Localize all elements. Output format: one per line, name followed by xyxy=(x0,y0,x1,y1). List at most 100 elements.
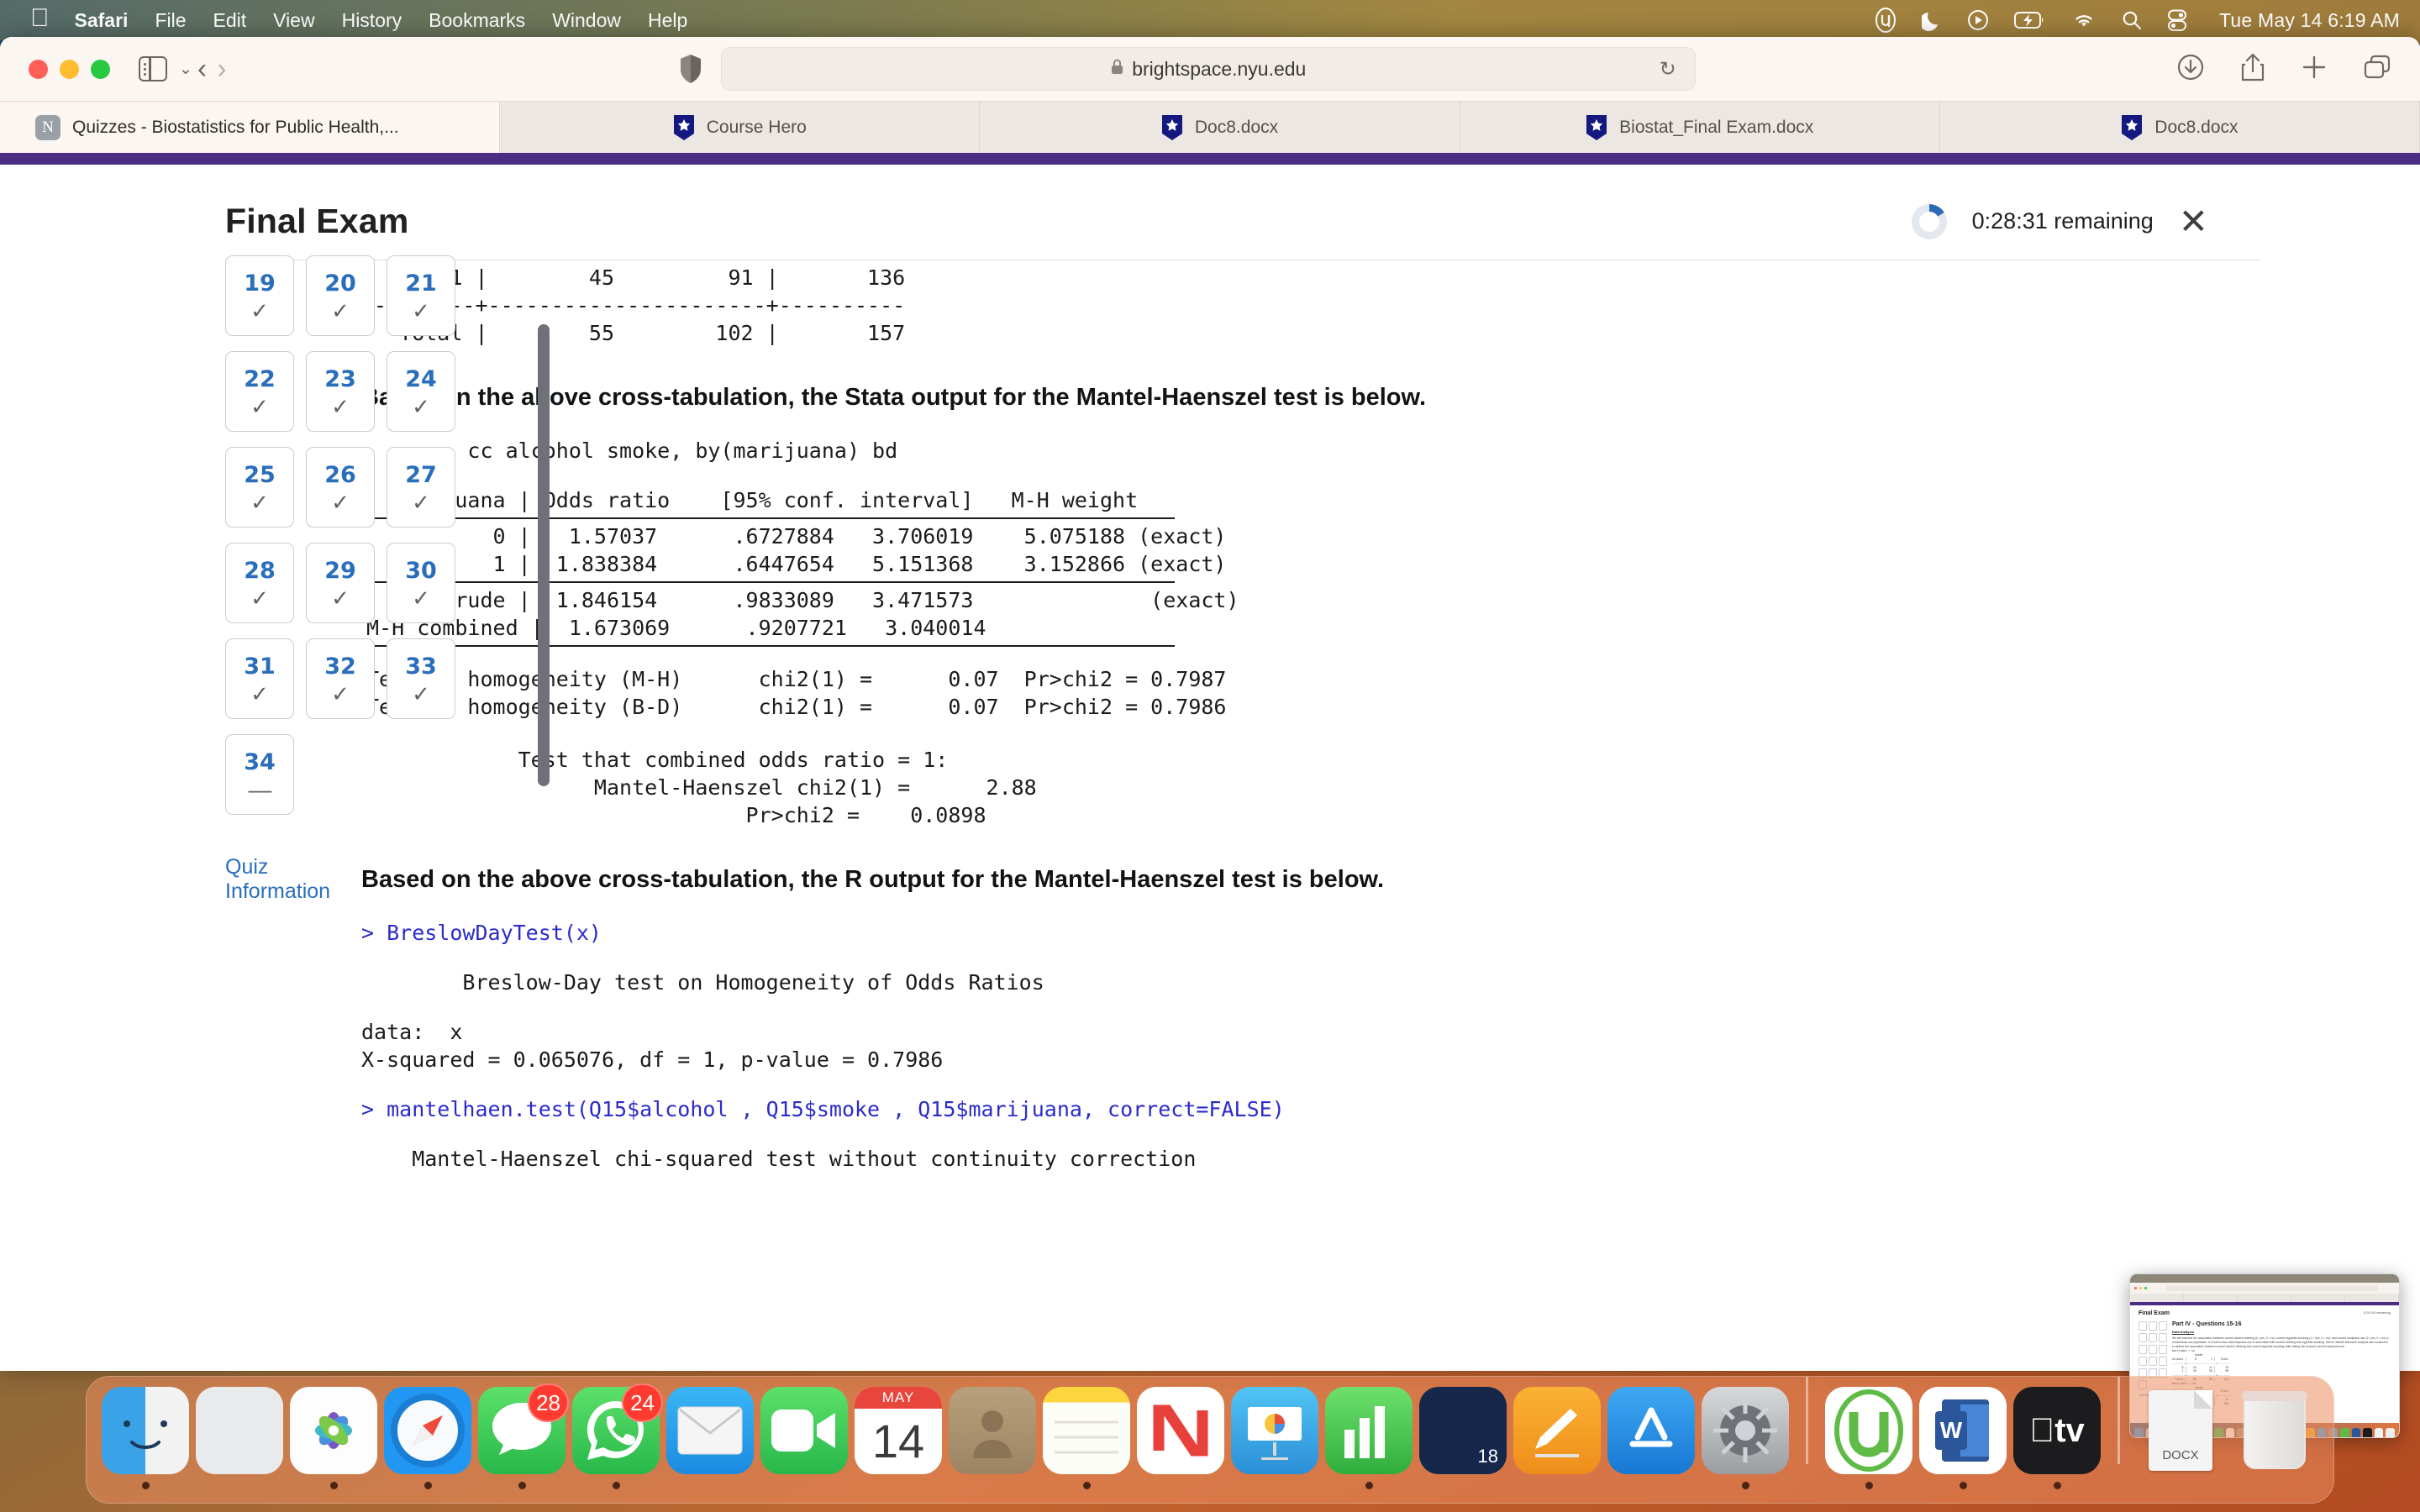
dock-item-word[interactable]: W xyxy=(1916,1387,2010,1489)
dock-item-calendar[interactable]: MAY 14 xyxy=(851,1387,945,1489)
menu-item-help[interactable]: Help xyxy=(648,9,687,32)
microsoft-word-icon: W xyxy=(1919,1387,2007,1474)
dock-item-news[interactable] xyxy=(1134,1387,1228,1489)
stata-crude-row: Crude | 1.846154 .9833089 3.471573 (exac… xyxy=(366,588,1239,612)
menu-item-history[interactable]: History xyxy=(342,9,402,32)
question-number: 26 xyxy=(324,461,356,488)
question-cell-26[interactable]: 26 ✓ xyxy=(306,447,375,528)
menu-item-edit[interactable]: Edit xyxy=(213,9,247,32)
question-cell-25[interactable]: 25 ✓ xyxy=(225,447,294,528)
question-cell-30[interactable]: 30 ✓ xyxy=(387,543,455,623)
dock-item-apple-tv[interactable]: tv xyxy=(2010,1387,2104,1489)
battery-charging-icon[interactable] xyxy=(2014,11,2046,29)
exam-header-right: 0:28:31 remaining ✕ xyxy=(1911,203,2368,239)
browser-tab-doc8-2[interactable]: Doc8.docx xyxy=(1940,102,2420,153)
minimize-window-button[interactable] xyxy=(60,59,79,79)
utorrent-icon[interactable] xyxy=(1875,8,1897,33)
maximize-window-button[interactable] xyxy=(91,59,110,79)
dock-item-app-grid[interactable]: 18 xyxy=(1416,1387,1510,1489)
question-cell-28[interactable]: 28 ✓ xyxy=(225,543,294,623)
course-hero-icon xyxy=(1586,114,1607,141)
dock-item-photos[interactable] xyxy=(287,1387,381,1489)
running-indicator xyxy=(1959,1482,1967,1489)
trash-icon xyxy=(2231,1387,2318,1474)
menu-item-bookmarks[interactable]: Bookmarks xyxy=(429,9,525,32)
chevron-down-icon[interactable]: ⌄ xyxy=(179,60,192,79)
question-cell-32[interactable]: 32 ✓ xyxy=(306,638,375,719)
page-scrollbar[interactable] xyxy=(538,324,550,786)
dock-item-app-store[interactable] xyxy=(1604,1387,1698,1489)
dock-item-finder[interactable] xyxy=(98,1387,192,1489)
dock-item-mail[interactable] xyxy=(663,1387,757,1489)
url-text: brightspace.nyu.edu xyxy=(1132,57,1307,80)
question-cell-20[interactable]: 20 ✓ xyxy=(306,255,375,336)
now-playing-icon[interactable] xyxy=(1967,9,1989,31)
brightspace-brand-bar xyxy=(0,153,2420,165)
question-cell-31[interactable]: 31 ✓ xyxy=(225,638,294,719)
question-cell-23[interactable]: 23 ✓ xyxy=(306,351,375,432)
wifi-icon[interactable] xyxy=(2071,10,2096,30)
system-preferences-icon xyxy=(1702,1387,1789,1474)
app-grid-icon: 18 xyxy=(1419,1387,1507,1474)
privacy-shield-icon[interactable] xyxy=(679,54,702,84)
question-cell-29[interactable]: 29 ✓ xyxy=(306,543,375,623)
macos-menu-bar:  Safari File Edit View History Bookmark… xyxy=(0,0,2420,40)
back-button-icon[interactable]: ‹ xyxy=(197,53,207,86)
tab-label: Doc8.docx xyxy=(2154,117,2238,137)
menu-item-file[interactable]: File xyxy=(155,9,186,32)
question-cell-22[interactable]: 22 ✓ xyxy=(225,351,294,432)
dock-item-utorrent[interactable] xyxy=(1822,1387,1916,1489)
answered-check-icon: ✓ xyxy=(412,297,430,323)
forward-button-icon[interactable]: › xyxy=(217,53,226,86)
course-hero-icon xyxy=(2121,114,2143,141)
calendar-month: MAY xyxy=(855,1387,942,1409)
browser-tab-biostat-final-exam[interactable]: Biostat_Final Exam.docx xyxy=(1460,102,1940,153)
close-window-button[interactable] xyxy=(29,59,48,79)
question-cell-27[interactable]: 27 ✓ xyxy=(387,447,455,528)
reload-icon[interactable]: ↻ xyxy=(1660,57,1676,81)
menu-item-view[interactable]: View xyxy=(273,9,314,32)
menu-item-safari[interactable]: Safari xyxy=(75,9,129,32)
dock-item-system-preferences[interactable] xyxy=(1698,1387,1792,1489)
dock-item-facetime[interactable] xyxy=(757,1387,851,1489)
spotlight-search-icon[interactable] xyxy=(2122,10,2142,30)
dock-item-trash[interactable] xyxy=(2228,1387,2322,1489)
dock-item-pages[interactable] xyxy=(1510,1387,1604,1489)
menu-item-window[interactable]: Window xyxy=(552,9,621,32)
browser-tab-quizzes[interactable]: N Quizzes - Biostatistics for Public Hea… xyxy=(0,102,501,153)
control-center-icon[interactable] xyxy=(2167,9,2187,31)
browser-tab-course-hero[interactable]: Course Hero xyxy=(500,102,981,153)
tab-label: Quizzes - Biostatistics for Public Healt… xyxy=(72,117,399,137)
dock-item-numbers[interactable] xyxy=(1322,1387,1416,1489)
browser-tab-doc8-1[interactable]: Doc8.docx xyxy=(980,102,1460,153)
new-tab-icon[interactable] xyxy=(2301,54,2328,85)
do-not-disturb-moon-icon[interactable] xyxy=(1922,9,1942,31)
question-cell-21[interactable]: 21 ✓ xyxy=(387,255,455,336)
quiz-information-link[interactable]: Quiz Information xyxy=(225,855,330,904)
apple-logo-icon[interactable]:  xyxy=(30,6,50,31)
dock-item-docx-file[interactable]: DOCX xyxy=(2133,1387,2228,1489)
dock-item-contacts[interactable] xyxy=(945,1387,1039,1489)
question-cell-34[interactable]: 34 –– xyxy=(225,734,294,815)
stata-stratum-row-1: 1 | 1.838384 .6447654 5.151368 3.152866 … xyxy=(366,552,1227,576)
question-cell-24[interactable]: 24 ✓ xyxy=(387,351,455,432)
url-bar[interactable]: brightspace.nyu.edu ↻ xyxy=(720,47,1696,91)
dock-item-messages[interactable]: 28 xyxy=(475,1383,569,1489)
question-cell-33[interactable]: 33 ✓ xyxy=(387,638,455,719)
whatsapp-badge: 24 xyxy=(622,1383,663,1422)
tab-overview-icon[interactable] xyxy=(2363,54,2391,85)
dock-item-keynote[interactable] xyxy=(1228,1387,1322,1489)
dock-item-safari[interactable] xyxy=(381,1387,475,1489)
dock-item-whatsapp[interactable]: 24 xyxy=(569,1383,663,1489)
menu-bar-clock[interactable]: Tue May 14 6:19 AM xyxy=(2219,9,2400,32)
docx-file-label: DOCX xyxy=(2162,1448,2199,1462)
close-icon[interactable]: ✕ xyxy=(2179,203,2208,239)
dock-item-notes[interactable] xyxy=(1039,1387,1134,1489)
question-number: 22 xyxy=(244,365,276,392)
sidebar-toggle-icon[interactable] xyxy=(139,56,167,81)
downloads-icon[interactable] xyxy=(2176,53,2205,86)
share-icon[interactable] xyxy=(2240,52,2265,87)
question-cell-19[interactable]: 19 ✓ xyxy=(225,255,294,336)
preview-data-analysis-heading: Data Analysis xyxy=(2172,1330,2195,1334)
dock-item-launchpad[interactable] xyxy=(192,1387,287,1489)
